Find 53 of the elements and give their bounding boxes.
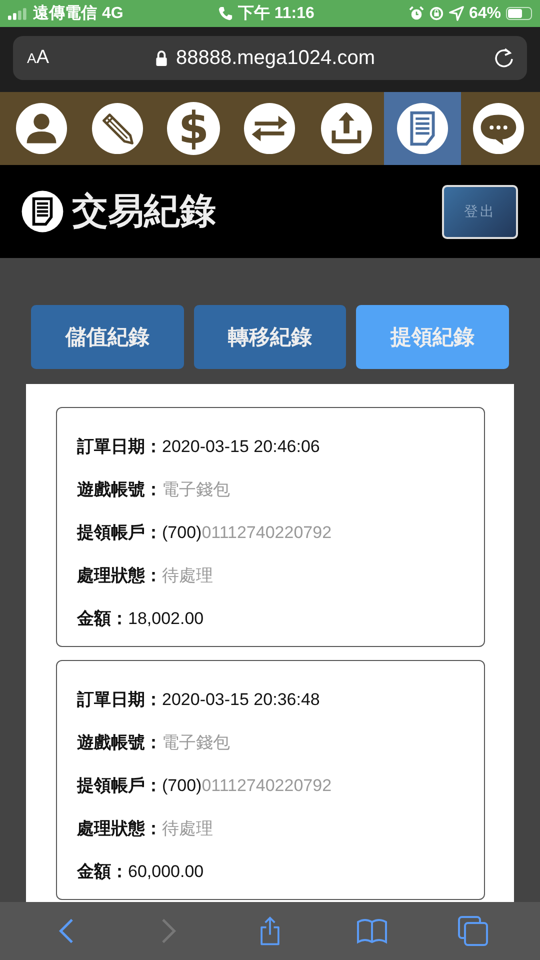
field-label: 訂單日期： [77, 436, 162, 458]
clock-time: 下午 11:16 [238, 4, 314, 24]
lock-icon [154, 50, 168, 66]
field-label: 金額： [77, 861, 128, 883]
field-label: 提領帳戶： [77, 522, 162, 544]
field-label: 金額： [77, 608, 128, 630]
alarm-icon [408, 6, 424, 21]
field-value: 18,002.00 [128, 609, 204, 629]
field-label: 處理狀態： [77, 818, 162, 840]
dollar-icon: $ [167, 102, 220, 155]
record-tab[interactable]: 儲值紀錄 [31, 305, 184, 369]
document-icon [396, 102, 450, 155]
field-value: 01112740220792 [202, 776, 332, 796]
document-icon [21, 190, 64, 233]
battery-percent: 64% [468, 4, 501, 22]
field-value: 電子錢包 [162, 479, 230, 501]
field-value: 待處理 [162, 818, 213, 840]
field-label: 提領帳戶： [77, 775, 162, 797]
field-value: 2020-03-15 20:36:48 [162, 690, 320, 710]
battery-icon [506, 7, 532, 20]
phone-icon [218, 6, 233, 21]
field-value: 待處理 [162, 565, 213, 587]
url-text: 88888.mega1024.com [176, 46, 376, 70]
field-label: 訂單日期： [77, 689, 162, 711]
book-icon[interactable] [356, 916, 387, 946]
upload-icon [320, 102, 373, 155]
record-tab[interactable]: 轉移紀錄 [194, 305, 346, 369]
signal-icon [8, 8, 28, 20]
field-value: 60,000.00 [128, 862, 204, 882]
field-label: 處理狀態： [77, 565, 162, 587]
tabs-icon[interactable] [458, 916, 488, 946]
field-value: 2020-03-15 20:46:06 [162, 437, 320, 457]
document-nav-item[interactable] [384, 92, 461, 165]
field-label: 遊戲帳號： [77, 479, 162, 501]
pencil-icon [90, 102, 144, 155]
field-value: 電子錢包 [162, 732, 230, 754]
reload-icon[interactable] [493, 47, 515, 69]
logout-button[interactable]: 登出 [442, 184, 518, 238]
text-size-button[interactable]: AA [27, 47, 77, 69]
dollar-nav-item[interactable]: $ [156, 92, 232, 165]
rotation-lock-icon [428, 6, 444, 21]
field-label: 遊戲帳號： [77, 732, 162, 754]
swap-arrows-icon [243, 102, 296, 155]
network-type: 4G [102, 4, 124, 22]
field-value: (700) [162, 523, 202, 543]
page-title: 交易紀錄 [72, 189, 216, 233]
field-value: (700) [162, 776, 202, 796]
location-icon [448, 6, 464, 21]
field-value: 01112740220792 [202, 523, 332, 543]
chat-bubble-icon [472, 102, 526, 155]
person-icon [14, 102, 68, 155]
address-bar[interactable]: AA 88888.mega1024.com [13, 36, 527, 80]
carrier-name: 遠傳電信 [33, 4, 97, 24]
